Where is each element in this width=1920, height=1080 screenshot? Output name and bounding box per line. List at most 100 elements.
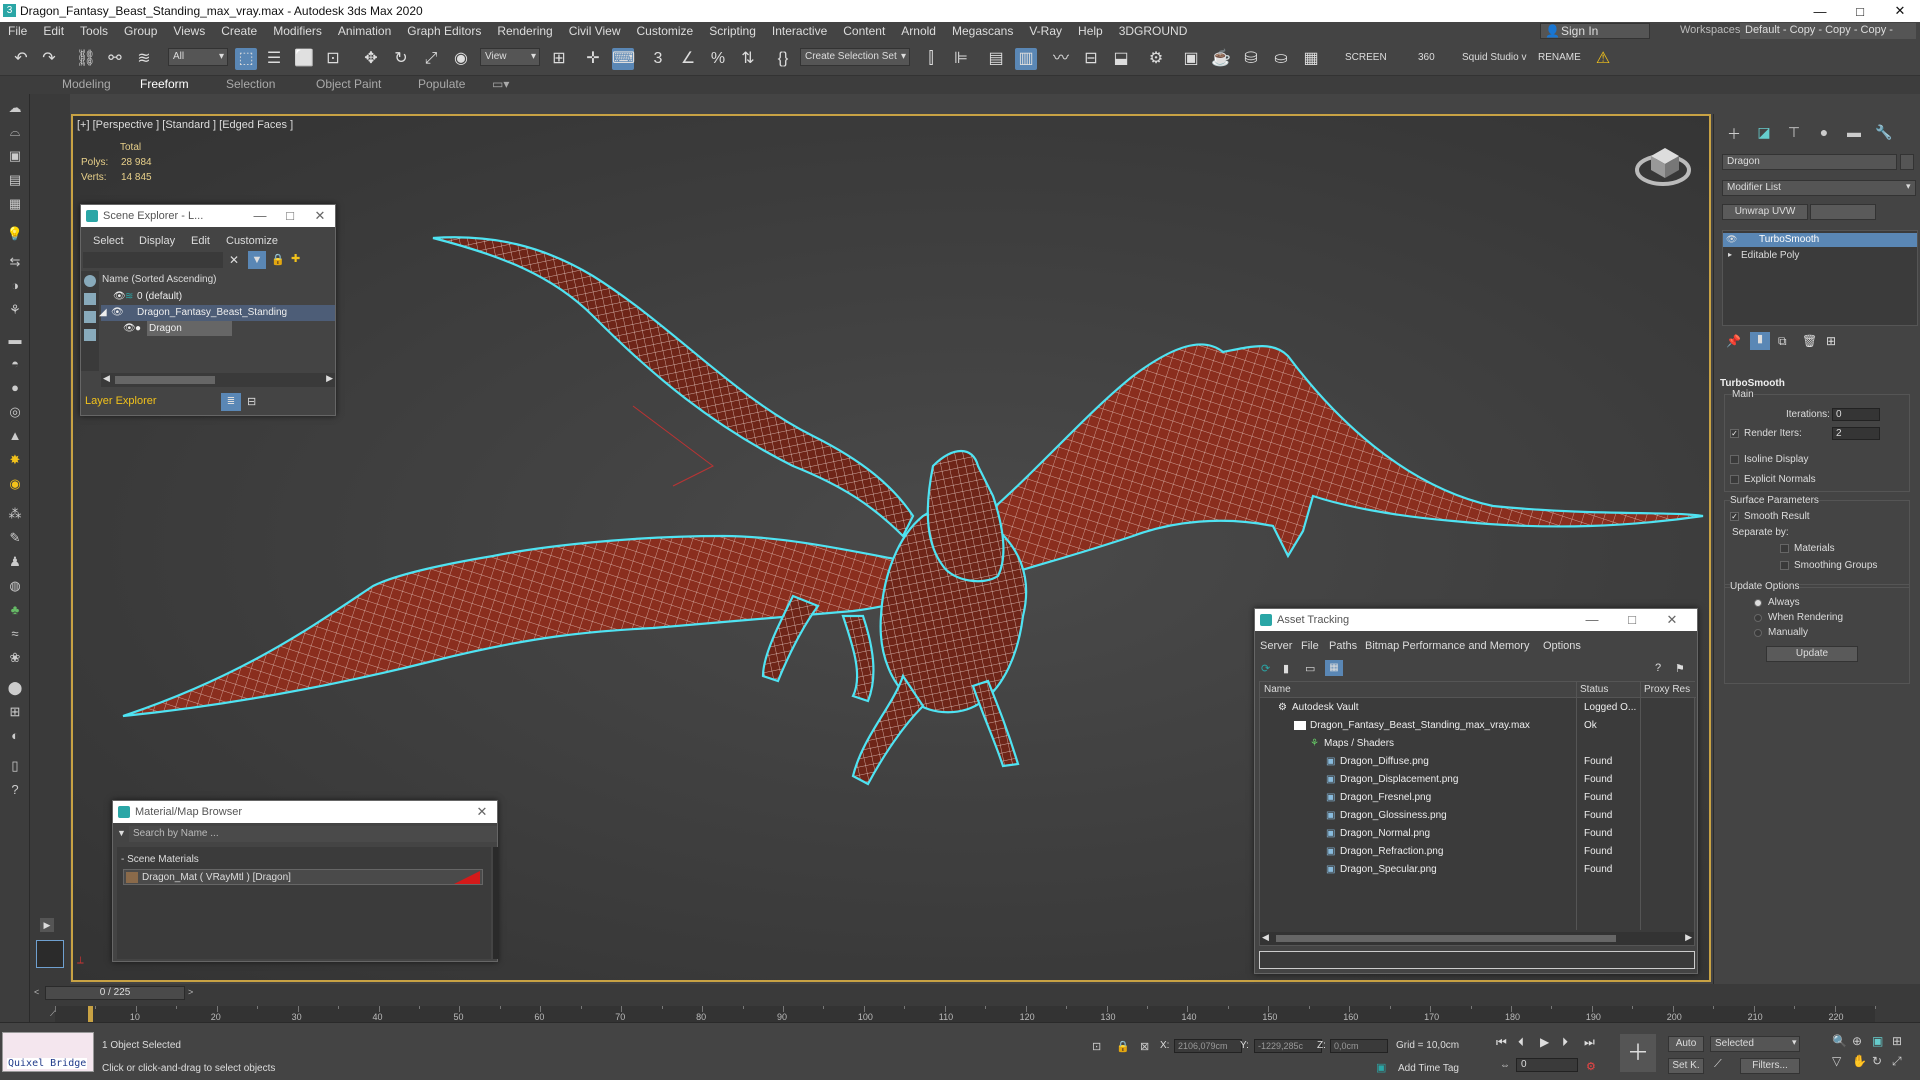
proxy-icon[interactable]: ❀ [5,648,25,668]
tab-populate[interactable]: Populate [418,77,465,91]
explicit-normals-checkbox[interactable] [1730,475,1739,484]
set-key-big-icon[interactable]: ＋ [1620,1034,1656,1072]
table-view-icon[interactable]: ▦ [1325,660,1343,676]
material-browser-titlebar[interactable]: Material/Map Browser ✕ [113,801,497,823]
maximize-icon[interactable]: □ [1617,609,1647,631]
grid-icon[interactable]: ▦ [5,194,25,214]
absolute-mode-icon[interactable]: ⊠ [1140,1040,1149,1053]
isoline-checkbox[interactable] [1730,455,1739,464]
material-item[interactable]: Dragon_Mat ( VRayMtl ) [Dragon] [123,869,483,885]
when-rendering-radio[interactable] [1754,614,1762,622]
align-icon[interactable]: ⊫ [950,48,972,70]
close-icon[interactable]: ✕ [305,205,335,227]
zoom-icon[interactable]: 🔍 [1832,1034,1847,1048]
menu-vray[interactable]: V-Ray [1021,24,1070,38]
tab-modeling[interactable]: Modeling [62,77,111,91]
time-ruler[interactable]: 10 20 30 40 50 60 70 80 90 100 110 120 130 140 150 160 1… [55,1006,1876,1022]
display-tab-icon[interactable]: ▬ [1844,124,1864,144]
help-icon[interactable]: ? [1655,662,1661,674]
lock-icon[interactable]: 🔒 [271,253,285,266]
geometry-icon[interactable] [84,293,96,305]
spinner-snap-icon[interactable]: ⇅ [737,48,759,70]
pin-stack-icon[interactable]: 📌 [1726,334,1741,348]
menu-3dground[interactable]: 3DGROUND [1111,24,1196,38]
filters-button[interactable]: Filters... [1740,1058,1800,1074]
keyboard-shortcut-icon[interactable]: ⌨ [612,48,635,70]
object-color-swatch[interactable] [1900,154,1914,170]
menu-graph-editors[interactable]: Graph Editors [399,24,489,38]
table-row[interactable]: ⚘ Maps / Shaders [1260,736,1694,751]
camera-filter-icon[interactable] [84,329,96,341]
time-tag-icon[interactable]: ▣ [1376,1061,1386,1074]
menu-modifiers[interactable]: Modifiers [265,24,330,38]
pan-icon[interactable]: ✋ [1852,1054,1867,1068]
key-filter-dropdown[interactable]: Selected [1710,1036,1800,1052]
scroll-right-icon[interactable]: ▶ [326,373,333,384]
col-status[interactable]: Status [1580,684,1608,695]
vr-icon[interactable]: ◐ [5,726,25,746]
se-horizontal-scrollbar[interactable]: ◀ ▶ [101,373,335,387]
unwrap-uvw-button[interactable]: Unwrap UVW [1722,204,1808,220]
prev-key-icon[interactable]: ⏴ [1518,1035,1524,1050]
scene-explorer-titlebar[interactable]: Scene Explorer - L... — □ ✕ [81,205,335,227]
eye-icon[interactable]: 👁 [113,289,126,304]
help-icon[interactable]: ? [5,780,25,800]
render-iterative-icon[interactable]: ⛁ [1240,48,1262,70]
table-row[interactable]: ▣ Dragon_Displacement.png Found [1260,772,1694,787]
asset-horizontal-scrollbar[interactable]: ◀ ▶ [1260,932,1694,945]
screen-button[interactable]: SCREEN [1345,52,1387,63]
object-row-dragon-fantasy[interactable]: ◢ 👁 Dragon_Fantasy_Beast_Standing [99,305,335,321]
redo-icon[interactable]: ↷ [38,48,60,70]
menu-tools[interactable]: Tools [72,24,116,38]
mirror-icon[interactable]: ⫿ [920,48,942,70]
path-icon[interactable]: ▭ [1305,662,1315,675]
smooth-result-checkbox[interactable]: ✓ [1730,512,1739,521]
maximize-viewport-icon[interactable]: ⤢ [1892,1054,1902,1069]
zoom-extents-all-icon[interactable]: ⊞ [1892,1034,1902,1048]
current-frame-field[interactable]: 0 [1516,1058,1578,1072]
maximize-button[interactable]: □ [1840,0,1880,22]
motion-tab-icon[interactable]: ● [1814,124,1834,144]
table-row[interactable]: ▣ Dragon_Glossiness.png Found [1260,808,1694,823]
window-crossing-icon[interactable]: ⊡ [322,48,344,70]
scroll-thumb[interactable] [115,376,215,384]
scroll-left-icon[interactable]: ◀ [103,373,110,384]
x-coordinate-field[interactable]: 2106,079cm [1174,1039,1242,1053]
scale-icon[interactable]: ⤢ [420,48,442,70]
light-filter-icon[interactable] [84,311,96,323]
menu-file[interactable]: File [0,24,35,38]
sphere-icon[interactable]: ● [5,378,25,398]
asset-tracking-titlebar[interactable]: Asset Tracking — □ ✕ [1255,609,1697,631]
fov-icon[interactable]: ▽ [1832,1054,1841,1068]
viewport-layout-icon[interactable] [36,940,64,968]
layer-explorer-icon[interactable]: ▤ [985,48,1007,70]
move-icon[interactable]: ✥ [360,48,382,70]
bind-space-warp-icon[interactable]: ≋ [133,48,155,70]
create-icon[interactable]: ☁ [5,98,25,118]
zoom-extents-icon[interactable]: ▣ [1872,1034,1883,1048]
clear-icon[interactable]: ✕ [229,253,239,267]
object-name-field[interactable]: Dragon [1722,154,1897,170]
rect-selection-icon[interactable]: ⬜ [293,48,315,70]
list-icon[interactable]: ▤ [5,170,25,190]
menu-animation[interactable]: Animation [330,24,399,38]
unlink-icon[interactable]: ⚯ [104,48,126,70]
se-menu-edit[interactable]: Edit [191,235,210,247]
warning-icon[interactable]: ⚠ [1592,48,1614,70]
menu-civil-view[interactable]: Civil View [561,24,629,38]
menu-help[interactable]: Help [1070,24,1111,38]
se-menu-select[interactable]: Select [93,235,124,247]
remove-modifier-icon[interactable]: 🗑 [1802,334,1817,348]
go-to-start-icon[interactable]: ⏮ [1496,1035,1507,1050]
select-by-name-icon[interactable]: ☰ [263,48,285,70]
manually-radio[interactable] [1754,629,1762,637]
scene-materials-group[interactable]: - Scene Materials [121,854,199,865]
ring-icon[interactable]: ◎ [5,402,25,422]
filter-icon[interactable]: ▼ [248,251,266,269]
always-radio[interactable] [1754,599,1762,607]
asset-path-field[interactable] [1259,951,1695,969]
named-selection-icon[interactable]: {} [772,48,794,70]
refresh-icon[interactable]: ⟳ [1261,662,1270,675]
script-icon[interactable]: ▯ [5,756,25,776]
modifier-button-empty[interactable] [1810,204,1876,220]
